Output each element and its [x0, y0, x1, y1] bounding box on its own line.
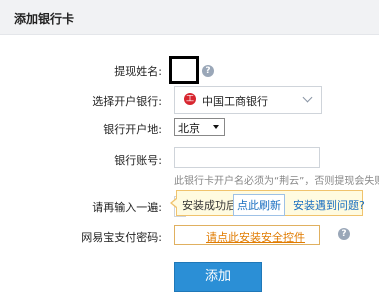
add-button[interactable]: 添加 — [174, 262, 262, 292]
name-label: 提现姓名: — [114, 65, 162, 78]
account-label: 银行账号: — [114, 154, 162, 167]
confirm-label: 请再输入一遍: — [92, 201, 162, 214]
password-label: 网易宝支付密码: — [81, 231, 162, 244]
tooltip-arrow-inner — [172, 199, 177, 207]
city-label: 银行开户地: — [103, 123, 162, 136]
account-hint: 此银行卡开户名必须为“荆云”，否则提现会失败。 — [174, 176, 379, 187]
bank-select[interactable]: 工 中国工商银行 — [174, 86, 322, 114]
security-control-box[interactable]: 请点此安装安全控件 — [174, 225, 320, 245]
page-header: 添加银行卡 — [0, 0, 379, 35]
chevron-down-icon — [302, 92, 313, 103]
install-control-link[interactable]: 请点此安装安全控件 — [206, 229, 305, 245]
bank-selected-value: 中国工商银行 — [202, 95, 268, 108]
install-tooltip: 安装成功后 点此刷新 安装遇到问题? — [170, 190, 365, 216]
install-problem-link[interactable]: 安装遇到问题? — [293, 197, 365, 213]
question-circle-icon[interactable]: ? — [202, 65, 214, 77]
icbc-logo-icon: 工 — [184, 93, 196, 105]
bank-label: 选择开户银行: — [92, 95, 162, 108]
dropdown-arrow-icon — [213, 125, 219, 129]
account-number-input[interactable] — [174, 147, 320, 168]
city-select[interactable]: 北京 — [174, 118, 225, 136]
refresh-link[interactable]: 点此刷新 — [233, 194, 285, 216]
name-value-box — [169, 56, 199, 84]
page-title: 添加银行卡 — [14, 12, 75, 26]
tooltip-text: 安装成功后 — [182, 199, 237, 212]
question-circle-icon[interactable]: ? — [338, 228, 350, 240]
city-selected-value: 北京 — [178, 122, 200, 135]
